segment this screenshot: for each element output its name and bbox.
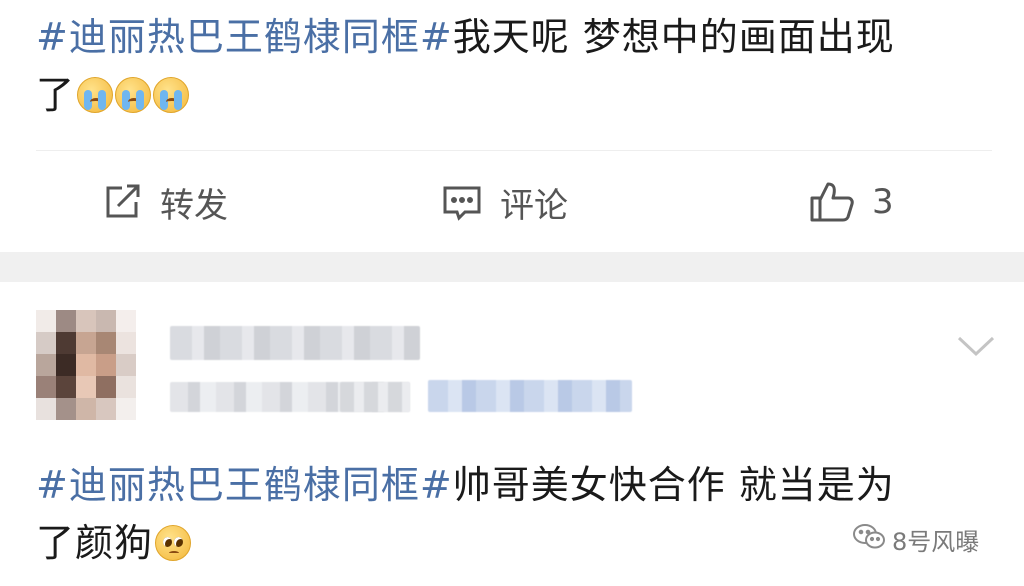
comment-icon bbox=[440, 180, 484, 224]
section-separator bbox=[0, 252, 1024, 282]
chevron-down-icon[interactable] bbox=[956, 334, 996, 362]
divider bbox=[36, 150, 992, 151]
pleading-face-icon bbox=[155, 525, 192, 561]
post-text-line1: 帅哥美女快合作 就当是为 bbox=[452, 463, 895, 507]
hashtag-link[interactable]: #迪丽热巴王鹤棣同框# bbox=[36, 15, 453, 59]
wechat-icon bbox=[852, 523, 886, 557]
post-text-line2: 了颜狗 bbox=[36, 521, 154, 565]
post-card-1: #迪丽热巴王鹤棣同框#我天呢 梦想中的画面出现 了 转发 评论 3 bbox=[0, 0, 1024, 252]
crying-face-icon bbox=[153, 77, 190, 113]
crying-face-icon bbox=[115, 77, 152, 113]
like-count: 3 bbox=[872, 182, 894, 222]
repost-icon bbox=[100, 180, 144, 224]
watermark-text: 8号风曝 bbox=[892, 528, 980, 556]
post-text-line2: 了 bbox=[36, 73, 76, 117]
hashtag-link[interactable]: #迪丽热巴王鹤棣同框# bbox=[36, 463, 453, 507]
comment-button[interactable]: 评论 bbox=[440, 178, 568, 226]
repost-button[interactable]: 转发 bbox=[100, 178, 228, 226]
crying-face-icon bbox=[77, 77, 114, 113]
comment-label: 评论 bbox=[500, 185, 568, 226]
blurred-source-link bbox=[428, 380, 632, 412]
avatar[interactable] bbox=[36, 310, 136, 420]
post-text-line1: 我天呢 梦想中的画面出现 bbox=[452, 15, 895, 59]
repost-label: 转发 bbox=[160, 185, 228, 226]
thumbs-up-icon bbox=[808, 180, 856, 224]
blurred-meta bbox=[340, 382, 410, 412]
like-button[interactable]: 3 bbox=[808, 178, 894, 226]
post-text: #迪丽热巴王鹤棣同框#我天呢 梦想中的画面出现 了 bbox=[36, 8, 996, 124]
watermark: 8号风曝 bbox=[852, 522, 979, 557]
action-bar: 转发 评论 3 bbox=[0, 160, 1024, 244]
blurred-username bbox=[170, 326, 420, 360]
